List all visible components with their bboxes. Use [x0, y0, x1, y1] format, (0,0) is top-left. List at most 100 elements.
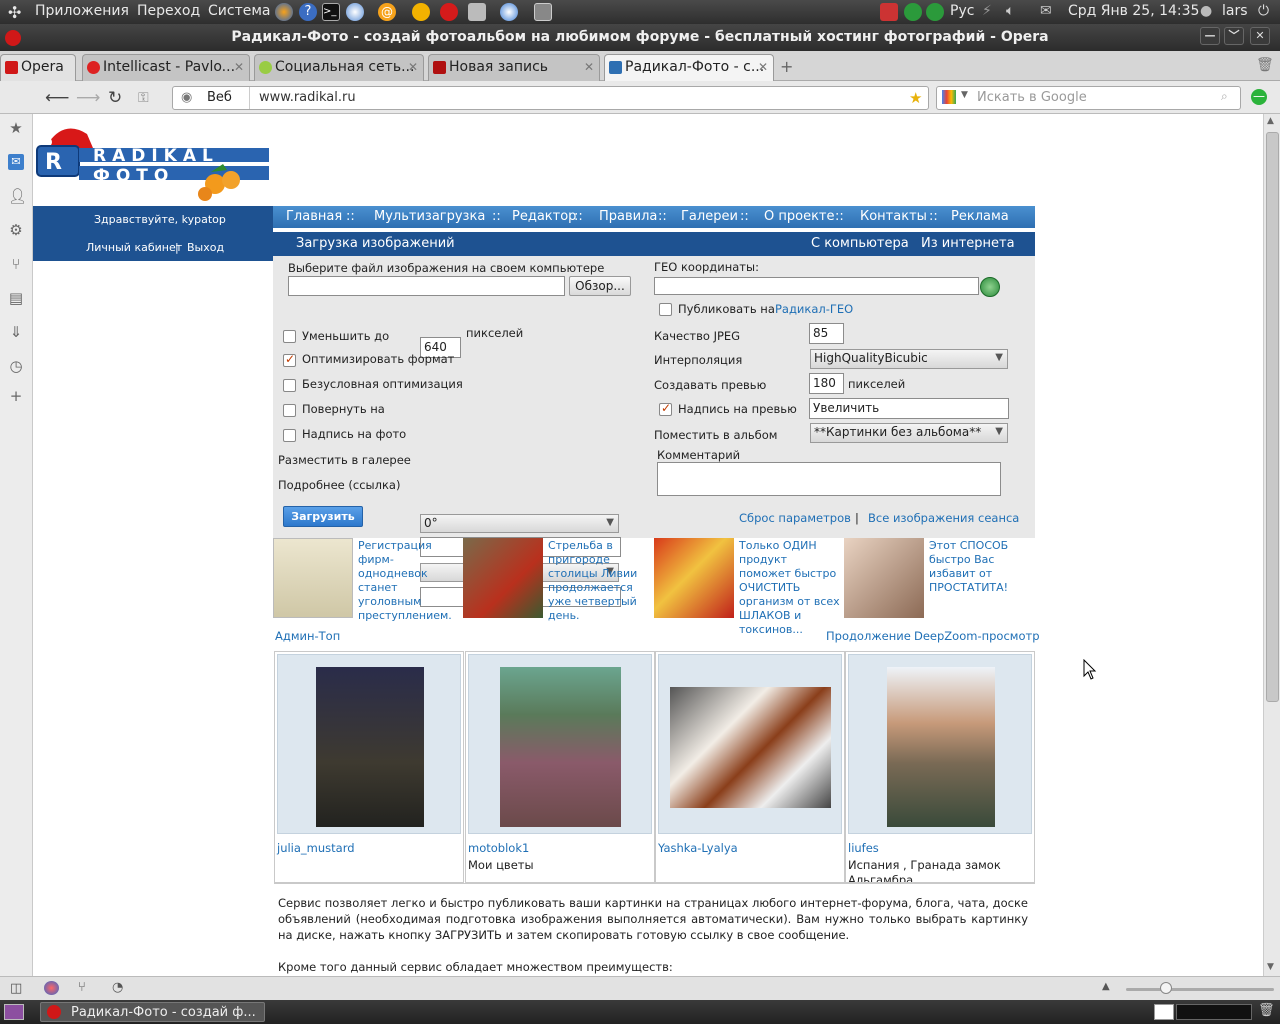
thumb-frame[interactable] — [848, 654, 1032, 834]
rotate-select[interactable]: 0° — [420, 514, 619, 533]
thumb-user[interactable]: liufes — [848, 841, 879, 855]
globe-map-icon[interactable] — [980, 277, 1000, 297]
album-select[interactable]: **Картинки без альбома** — [810, 423, 1008, 443]
ad-text[interactable]: Стрельба в пригороде столицы Ливии продо… — [548, 539, 650, 623]
file-path-input[interactable] — [288, 276, 565, 296]
thumb-image[interactable] — [670, 687, 831, 808]
trash-icon[interactable]: 🗑︎ — [1258, 1003, 1275, 1018]
share-icon[interactable]: ⑂ — [78, 980, 86, 995]
menu-places[interactable]: Переход — [137, 3, 200, 19]
thumb-frame[interactable] — [468, 654, 652, 834]
forward-icon[interactable]: ⟶ — [76, 88, 100, 108]
mail-icon[interactable]: ✉ — [8, 154, 24, 170]
unite-status-icon[interactable] — [44, 981, 59, 995]
add-panel-icon[interactable]: + — [8, 388, 24, 404]
zoom-menu-icon[interactable]: ▲ — [1102, 981, 1110, 992]
google-icon[interactable] — [942, 90, 956, 104]
clock[interactable]: Срд Янв 25, 14:35 — [1068, 3, 1199, 19]
gallery-item[interactable]: liufes Испания , Гранада замок Альгамбра — [845, 651, 1035, 883]
menu-system[interactable]: Система — [208, 3, 270, 19]
ad-image-libya[interactable] — [463, 538, 543, 618]
mail-at-icon[interactable]: @ — [378, 3, 396, 21]
ad-item[interactable]: Стрельба в пригороде столицы Ливии продо… — [463, 538, 651, 622]
new-tab-icon[interactable]: + — [780, 57, 793, 76]
scroll-thumb[interactable] — [1266, 132, 1279, 702]
address-field[interactable]: ◉ Веб www.radikal.ru ★ — [172, 86, 929, 110]
nav-contacts[interactable]: Контакты — [860, 209, 927, 224]
key-icon[interactable]: ⚿ — [138, 90, 149, 106]
nav-editor[interactable]: Редактор — [512, 209, 576, 224]
ubuntu-logo-icon[interactable]: ✣ — [8, 3, 21, 22]
admin-top-link[interactable]: Админ-Топ — [275, 629, 340, 643]
turbo-status-icon[interactable]: ◔ — [112, 980, 123, 995]
publish-geo-checkbox[interactable] — [659, 303, 672, 316]
all-session-link[interactable]: Все изображения сеанса — [868, 511, 1019, 525]
interpolation-select[interactable]: HighQualityBicubic — [810, 349, 1008, 369]
update-notifier-icon[interactable] — [880, 3, 898, 21]
network-icon[interactable]: ⚡ — [982, 3, 992, 19]
ad-image-detox[interactable] — [654, 538, 734, 618]
search-icon[interactable]: ⌕ — [1221, 89, 1228, 104]
volume-icon[interactable]: 🔈︎ — [1006, 3, 1014, 19]
status-check-icon[interactable] — [926, 3, 944, 21]
comment-textarea[interactable] — [657, 462, 1001, 496]
rotate-checkbox[interactable] — [283, 404, 296, 417]
preview-size-input[interactable]: 180 — [809, 373, 844, 394]
deepzoom-link[interactable]: DeepZoom-просмотр — [914, 629, 1040, 643]
chevron-down-icon[interactable]: ▼ — [961, 90, 968, 100]
show-desktop-icon[interactable] — [4, 1004, 24, 1020]
opera-launcher-icon[interactable] — [440, 3, 458, 21]
nav-home[interactable]: Главная — [286, 209, 342, 224]
opera-menu-button[interactable]: Opera — [0, 54, 76, 81]
trash-icon[interactable]: 🗑︎ — [1256, 57, 1274, 73]
workspace-1[interactable] — [1154, 1004, 1174, 1020]
tab-social[interactable]: Социальная сеть... ✕ — [254, 54, 424, 81]
close-button[interactable]: ✕ — [1250, 27, 1270, 45]
unite-icon[interactable]: ⑂ — [8, 256, 24, 272]
geo-input[interactable] — [654, 277, 979, 295]
caption-photo-checkbox[interactable] — [283, 429, 296, 442]
vertical-scrollbar[interactable]: ▲ ▼ — [1263, 114, 1280, 976]
url-text[interactable]: www.radikal.ru — [259, 90, 356, 105]
gallery-item[interactable]: Yashka-Lyalya — [655, 651, 845, 883]
tab-intellicast[interactable]: Intellicast - Pavlo... ✕ — [82, 54, 250, 81]
username[interactable]: lars — [1222, 3, 1248, 19]
unconditional-opt-checkbox[interactable] — [283, 379, 296, 392]
turbo-icon[interactable]: — — [1251, 89, 1267, 105]
gallery-item[interactable]: motoblok1 Мои цветы — [465, 651, 655, 883]
ad-image-face[interactable] — [844, 538, 924, 618]
chat-app-icon[interactable] — [500, 3, 518, 21]
tab-close-icon[interactable]: ✕ — [234, 60, 244, 74]
site-logo[interactable]: R RADIKAL ФОТО — [35, 122, 275, 202]
network-app-icon[interactable] — [346, 3, 364, 21]
radikal-geo-link[interactable]: Радикал-ГЕО — [775, 302, 853, 316]
reduce-checkbox[interactable] — [283, 330, 296, 343]
settings-gear-icon[interactable]: ⚙ — [8, 222, 24, 238]
screenshot-icon[interactable] — [534, 3, 552, 21]
ad-item[interactable]: Только ОДИН продукт поможет быстро ОЧИСТ… — [654, 538, 842, 636]
notes-icon[interactable]: ▤ — [8, 290, 24, 306]
browse-button[interactable]: Обзор... — [569, 276, 631, 296]
thumb-user[interactable]: Yashka-Lyalya — [658, 841, 738, 855]
taskbar-button[interactable]: Радикал-Фото - создай ф... — [40, 1002, 265, 1022]
tab-close-icon[interactable]: ✕ — [584, 60, 594, 74]
minimize-button[interactable]: — — [1200, 27, 1220, 45]
zoom-slider-handle[interactable] — [1160, 982, 1172, 994]
ad-item[interactable]: Регистрация фирм-однодневок станет уголо… — [273, 538, 459, 622]
thumb-frame[interactable] — [658, 654, 842, 834]
logout-link[interactable]: Выход — [187, 241, 224, 254]
back-icon[interactable]: ⟵ — [45, 88, 69, 108]
menu-applications[interactable]: Приложения — [35, 3, 129, 19]
ad-text[interactable]: Только ОДИН продукт поможет быстро ОЧИСТ… — [739, 539, 842, 637]
scroll-up-icon[interactable]: ▲ — [1267, 116, 1274, 126]
panel-toggle-icon[interactable]: ◫ — [10, 981, 22, 996]
window-titlebar[interactable]: Радикал-Фото - создай фотоальбом на люби… — [0, 24, 1280, 51]
nav-multiupload[interactable]: Мультизагрузка — [374, 209, 485, 224]
upload-button[interactable]: Загрузить — [283, 506, 363, 527]
calculator-icon[interactable] — [468, 3, 486, 21]
thumb-image[interactable] — [887, 667, 995, 827]
tab-close-icon[interactable]: ✕ — [408, 60, 418, 74]
thumb-frame[interactable] — [277, 654, 461, 834]
mail-indicator-icon[interactable]: ✉ — [1040, 3, 1052, 19]
firefox-icon[interactable] — [275, 3, 293, 21]
